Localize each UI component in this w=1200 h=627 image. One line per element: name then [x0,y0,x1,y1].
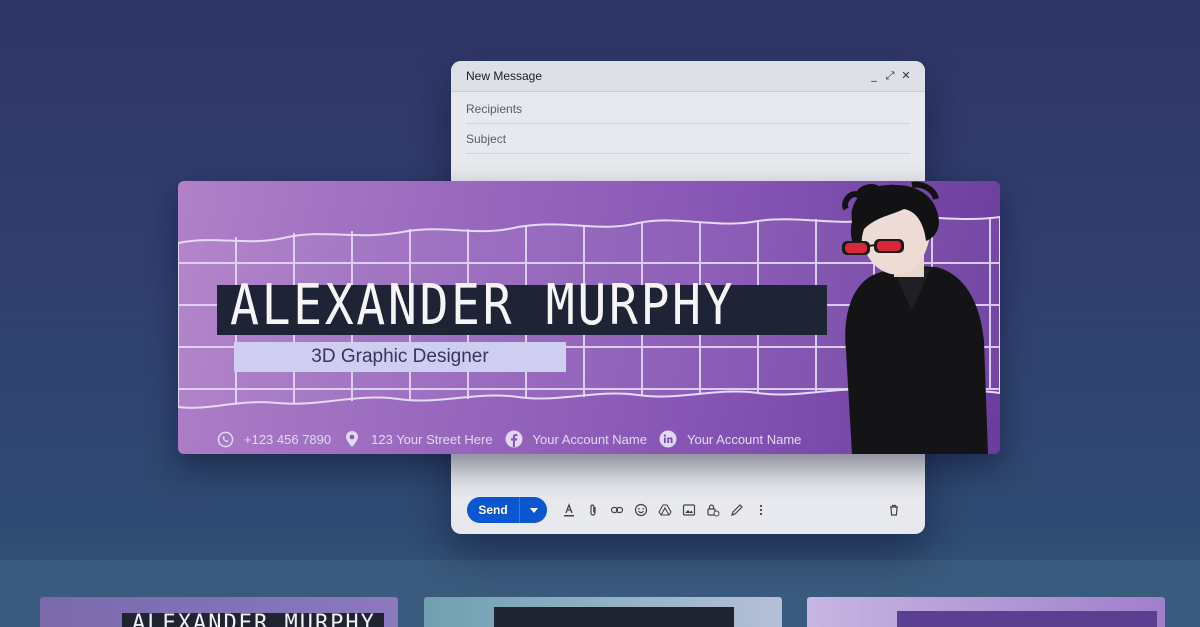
insert-drive-button[interactable] [657,502,673,518]
compose-title: New Message [466,69,543,83]
thumbnail-purple-shape [897,611,1157,627]
window-controls: _ ⤢ ✕ [869,70,911,81]
drive-icon [658,504,672,516]
pen-icon [731,504,743,516]
contact-linkedin: Your Account Name [659,430,801,448]
link-icon [610,506,624,514]
contact-text: Your Account Name [532,431,647,447]
thumbnail-dark-shape [494,607,734,627]
compose-header: New Message _ ⤢ ✕ [451,61,925,92]
send-button-group: Send [467,497,547,523]
contact-text: +123 456 7890 [244,431,332,447]
emoji-icon [634,503,648,517]
person-role: 3D Graphic Designer [311,346,489,367]
close-icon[interactable]: ✕ [901,70,911,81]
paperclip-icon [590,504,596,516]
location-pin-icon [343,430,361,448]
contact-phone: +123 456 7890 [216,430,331,448]
role-strip: 3D Graphic Designer [234,342,566,372]
expand-icon[interactable]: ⤢ [885,70,895,81]
send-options-button[interactable] [520,497,547,523]
recipients-input[interactable] [466,101,910,116]
insert-link-button[interactable] [609,502,625,518]
lock-clock-icon [707,504,720,517]
compose-toolbar: Send [467,497,911,523]
formatting-options-button[interactable] [561,502,577,518]
whatsapp-icon [216,430,234,448]
contact-row: +123 456 7890 123 Your Street Here Your … [216,429,813,449]
recipients-row [466,94,910,124]
template-thumbnail-1[interactable]: ALEXANDER MURPHY [40,597,398,627]
insert-signature-button[interactable] [729,502,745,518]
email-signature-banner: ALEXANDER MURPHY 3D Graphic Designer +12… [178,181,1000,454]
chevron-down-icon [529,507,538,513]
contact-text: 123 Your Street Here [371,431,493,447]
attach-files-button[interactable] [585,502,601,518]
text-format-icon [564,503,574,517]
trash-icon [890,504,898,516]
contact-address: 123 Your Street Here [343,430,493,448]
image-icon [682,504,696,516]
contact-text: Your Account Name [686,431,802,447]
discard-draft-button[interactable] [887,502,903,518]
person-name: ALEXANDER MURPHY [230,272,736,338]
send-button[interactable]: Send [467,497,520,523]
subject-row [466,124,910,154]
linkedin-icon [659,430,677,448]
more-options-button[interactable] [753,502,769,518]
minimize-icon[interactable]: _ [869,70,879,81]
template-thumbnail-3[interactable] [807,597,1165,627]
more-vertical-icon [759,504,763,516]
thumbnail-name-text: ALEXANDER MURPHY [132,611,376,627]
insert-emoji-button[interactable] [633,502,649,518]
contact-facebook: Your Account Name [505,430,647,448]
portrait-photo [842,181,988,454]
facebook-icon [505,430,523,448]
confidential-mode-button[interactable] [705,502,721,518]
subject-input[interactable] [466,131,910,146]
template-thumbnail-2[interactable] [424,597,782,627]
insert-photo-button[interactable] [681,502,697,518]
